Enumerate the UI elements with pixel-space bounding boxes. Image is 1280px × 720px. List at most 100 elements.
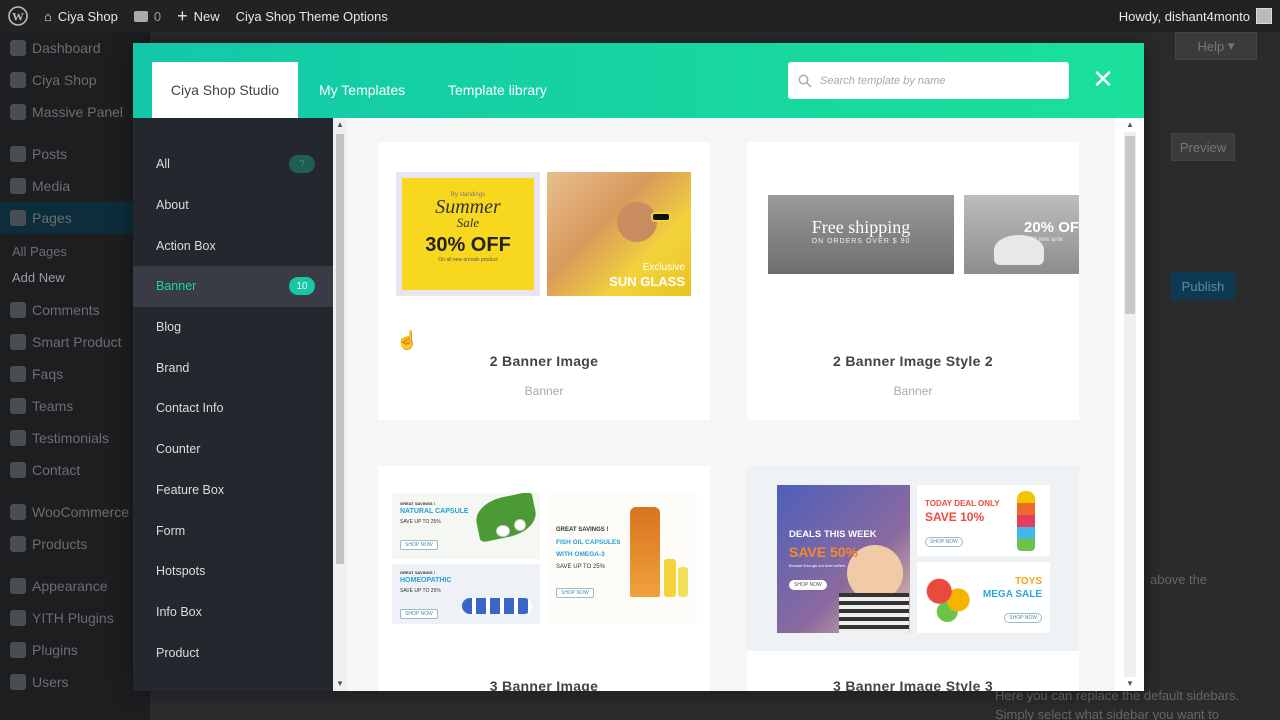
sidebar-item-label: Smart Product xyxy=(32,334,122,350)
category-label: Counter xyxy=(156,442,201,457)
sidebar-item-contact[interactable]: Contact xyxy=(0,454,150,486)
sidebar-item-pages[interactable]: Pages xyxy=(0,202,150,234)
sidebar-item-smart-product[interactable]: Smart Product xyxy=(0,326,150,358)
account-menu[interactable]: Howdy, dishant4monto xyxy=(1119,0,1272,32)
sidebar-item-plugins[interactable]: Plugins xyxy=(0,634,150,666)
category-product[interactable]: Product xyxy=(133,632,333,673)
category-blog[interactable]: Blog xyxy=(133,307,333,348)
category-contact-info[interactable]: Contact Info xyxy=(133,388,333,429)
category-label: Form xyxy=(156,523,186,538)
deals-sub: Browse through our best sellers xyxy=(789,563,846,568)
category-label: About xyxy=(156,198,189,213)
scroll-up-arrow-icon[interactable]: ▲ xyxy=(333,118,347,132)
preview-button[interactable]: Preview xyxy=(1171,133,1235,161)
sidebar-subitem-add-new[interactable]: Add New xyxy=(0,264,150,290)
sidebar-subitem-all-pages[interactable]: All Pages xyxy=(0,238,150,264)
natural-shop-button: SHOP NOW xyxy=(400,540,438,550)
template-title: 3 Banner Image xyxy=(489,678,599,691)
shipping-text: Free shipping xyxy=(811,217,911,237)
sidebar-item-faqs[interactable]: Faqs xyxy=(0,358,150,390)
category-brand[interactable]: Brand xyxy=(133,347,333,388)
new-content-link[interactable]: + New xyxy=(169,0,228,32)
sidebar-item-posts[interactable]: Posts xyxy=(0,138,150,170)
close-icon[interactable]: ✕ xyxy=(1091,66,1115,92)
tab-template-library[interactable]: Template library xyxy=(448,62,547,118)
comments-link[interactable]: 0 xyxy=(126,0,169,32)
category-label: All xyxy=(156,157,170,172)
sale-text: Sale xyxy=(456,215,480,230)
help-label: Help xyxy=(1197,38,1225,54)
sidebar-item-label: WooCommerce xyxy=(32,504,129,520)
sidebar-item-teams[interactable]: Teams xyxy=(0,390,150,422)
category-scroll-thumb[interactable] xyxy=(336,134,344,564)
category-info-box[interactable]: Info Box xyxy=(133,592,333,633)
brush-icon xyxy=(10,578,26,594)
category-action-box[interactable]: Action Box xyxy=(133,225,333,266)
template-card-2-banner-image-style-2[interactable]: Free shipping ON ORDERS OVER $ 90 20% OF… xyxy=(747,142,1079,420)
ciya-icon xyxy=(10,72,26,88)
sidebar-item-label: Comments xyxy=(32,302,100,318)
category-about[interactable]: About xyxy=(133,185,333,226)
sidebar-item-users[interactable]: Users xyxy=(0,666,150,698)
template-preview-fish-oil: GREAT SAVINGS ! FISH OIL CAPSULES WITH O… xyxy=(548,493,697,624)
today-shop-button: SHOP NOW xyxy=(925,537,963,547)
template-scrollbar[interactable]: ▲ ▼ xyxy=(1115,118,1144,691)
help-button[interactable]: Help ▾ xyxy=(1175,32,1257,60)
tab-ciya-shop-studio[interactable]: Ciya Shop Studio xyxy=(152,62,298,118)
comment-icon xyxy=(133,10,148,22)
scroll-down-arrow-icon[interactable]: ▼ xyxy=(333,677,347,691)
toys-shop-button: SHOP NOW xyxy=(1004,613,1042,623)
template-card-3-banner-image-style-3[interactable]: DEALS THIS WEEK SAVE 50% Browse through … xyxy=(747,466,1079,691)
category-scrollbar[interactable]: ▲ ▼ xyxy=(333,118,347,691)
sidebar-item-dashboard[interactable]: Dashboard xyxy=(0,32,150,64)
category-label: Info Box xyxy=(156,604,202,619)
sidebar-item-label: Plugins xyxy=(32,642,78,658)
theme-options-link[interactable]: Ciya Shop Theme Options xyxy=(228,0,396,32)
sidebar-item-yith-plugins[interactable]: YITH Plugins xyxy=(0,602,150,634)
homeo-small: GREAT SAVINGS ! xyxy=(400,570,435,575)
pin-icon xyxy=(10,430,26,446)
preview-label: Preview xyxy=(1179,139,1227,155)
category-all[interactable]: All? xyxy=(133,144,333,185)
category-count-badge: ? xyxy=(289,155,315,173)
sidebar-item-comments[interactable]: Comments xyxy=(0,294,150,326)
sidebar-item-ciya-shop[interactable]: Ciya Shop xyxy=(0,64,150,96)
box-icon xyxy=(10,536,26,552)
homeo-title: HOMEOPATHIC xyxy=(400,577,452,584)
category-banner[interactable]: Banner 10 xyxy=(133,266,333,307)
today-save: SAVE 10% xyxy=(925,510,985,524)
category-form[interactable]: Form xyxy=(133,510,333,551)
modal-header: Ciya Shop Studio My Templates Template l… xyxy=(133,43,1144,118)
template-title: 2 Banner Image xyxy=(489,353,599,369)
tab-my-templates[interactable]: My Templates xyxy=(319,62,405,118)
grid-scroll-down-icon[interactable]: ▼ xyxy=(1123,677,1137,691)
wordpress-logo-icon[interactable]: W xyxy=(0,0,36,32)
home-icon: ⌂ xyxy=(44,8,52,24)
site-name-link[interactable]: ⌂ Ciya Shop xyxy=(36,0,126,32)
sidebar-item-woocommerce[interactable]: WooCommerce xyxy=(0,496,150,528)
fishoil-small: GREAT SAVINGS ! xyxy=(556,527,609,533)
grid-scroll-thumb[interactable] xyxy=(1125,136,1135,314)
template-card-2-banner-image[interactable]: By standings Summer Sale 30% OFF On all … xyxy=(378,142,710,420)
template-card-3-banner-image[interactable]: GREAT SAVINGS ! NATURAL CAPSULE SAVE UP … xyxy=(378,466,710,691)
category-counter[interactable]: Counter xyxy=(133,429,333,470)
sidebar-item-label: Media xyxy=(32,178,71,194)
shipping-sub: ON ORDERS OVER $ 90 xyxy=(811,238,911,245)
sidebar-item-label: Users xyxy=(32,674,69,690)
toys-mega: MEGA SALE xyxy=(982,589,1042,600)
grid-scroll-track[interactable] xyxy=(1124,132,1136,677)
sidebar-item-testimonials[interactable]: Testimonials xyxy=(0,422,150,454)
sidebar-item-products[interactable]: Products xyxy=(0,528,150,560)
sidebar-item-appearance[interactable]: Appearance xyxy=(0,570,150,602)
grid-scroll-up-icon[interactable]: ▲ xyxy=(1123,118,1137,132)
mail-icon xyxy=(10,462,26,478)
theme-options-label: Ciya Shop Theme Options xyxy=(235,8,388,24)
publish-button[interactable]: Publish xyxy=(1171,272,1235,300)
woo-icon xyxy=(10,504,26,520)
sidebar-item-massive-panel[interactable]: Massive Panel xyxy=(0,96,150,128)
category-hotspots[interactable]: Hotspots xyxy=(133,551,333,592)
natural-save: SAVE UP TO 25% xyxy=(400,519,441,525)
category-feature-box[interactable]: Feature Box xyxy=(133,470,333,511)
template-search-input[interactable]: Search template by name xyxy=(788,62,1069,99)
sidebar-item-media[interactable]: Media xyxy=(0,170,150,202)
